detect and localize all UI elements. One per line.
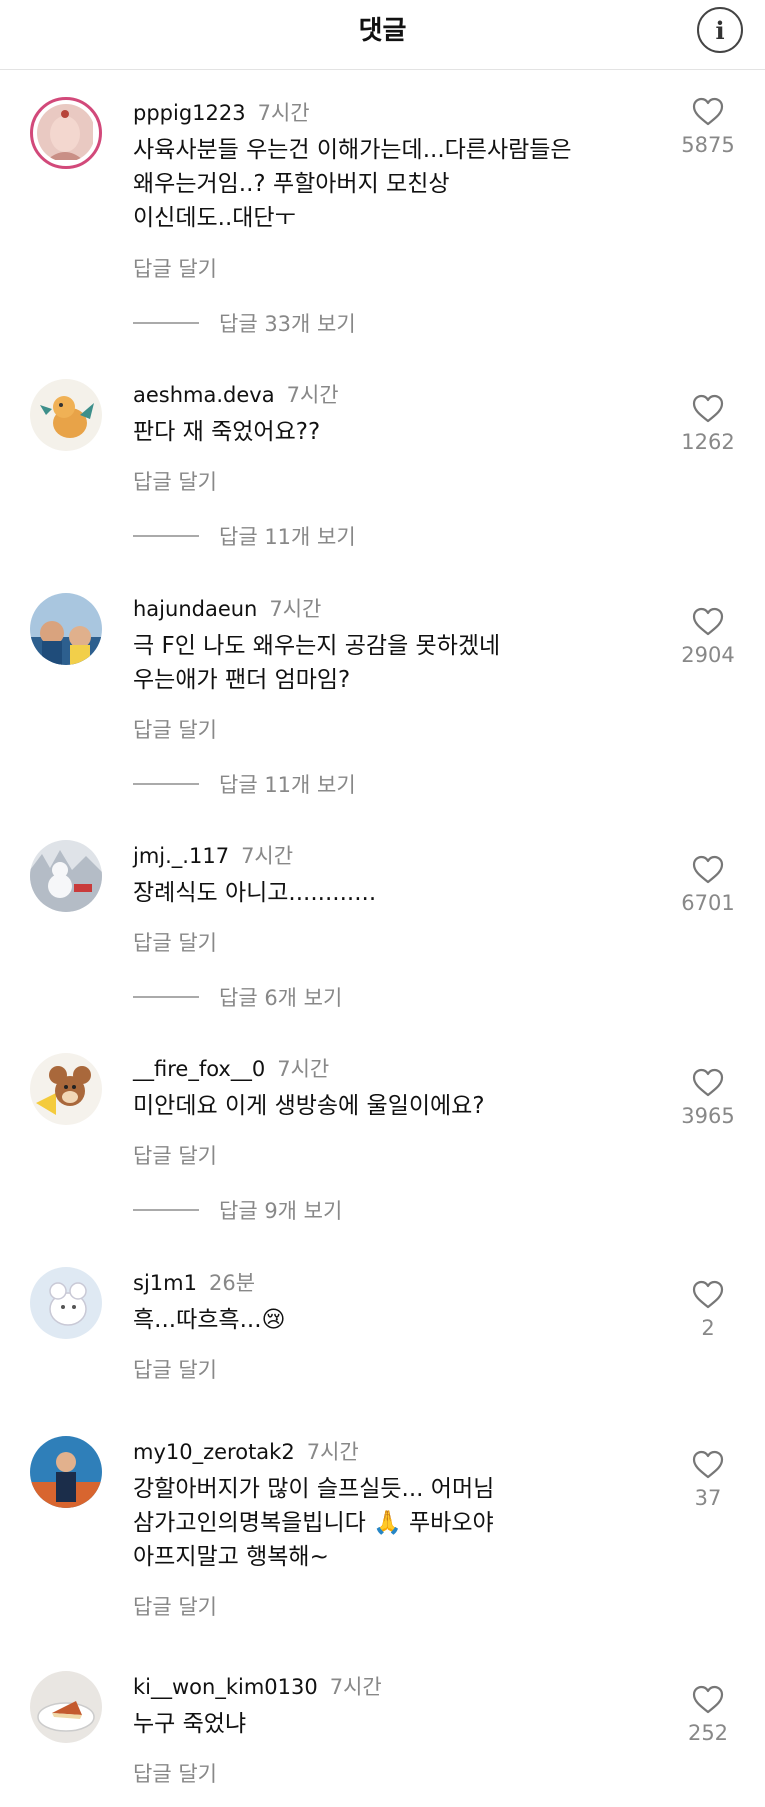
comment-meta: my10_zerotak2 7시간 (133, 1436, 359, 1466)
like-button[interactable]: 2 (664, 1280, 752, 1340)
comment-meta: __fire_fox__0 7시간 (133, 1053, 329, 1083)
username[interactable]: ki__won_kim0130 (133, 1675, 318, 1699)
info-icon[interactable]: i (697, 7, 743, 53)
like-count: 6701 (681, 891, 735, 915)
timestamp: 7시간 (329, 1675, 382, 1699)
divider (133, 783, 199, 785)
like-button[interactable]: 5875 (664, 97, 752, 157)
header: 댓글 i (0, 0, 765, 70)
heart-icon (692, 394, 724, 423)
view-replies-button[interactable]: 답글 6개 보기 (133, 982, 342, 1012)
view-replies-label: 답글 6개 보기 (219, 986, 343, 1010)
reply-button[interactable]: 답글 달기 (133, 1758, 217, 1788)
comment-text: 누구 죽었냐 (133, 1711, 247, 1737)
heart-icon (692, 607, 724, 636)
comment-text: 극 F인 나도 왜우는지 공감을 못하겠네 우는애가 팬더 엄마임? (133, 633, 501, 693)
like-count: 1262 (681, 430, 735, 454)
timestamp: 7시간 (269, 597, 322, 621)
comment-text: 미안데요 이게 생방송에 울일이에요? (133, 1093, 485, 1119)
view-replies-button[interactable]: 답글 11개 보기 (133, 521, 356, 551)
avatar[interactable] (30, 1671, 102, 1743)
username[interactable]: __fire_fox__0 (133, 1057, 265, 1081)
reply-button[interactable]: 답글 달기 (133, 1354, 217, 1384)
comment-text: 판다 재 죽었어요?? (133, 419, 321, 445)
page-title: 댓글 (358, 16, 407, 46)
view-replies-button[interactable]: 답글 11개 보기 (133, 769, 356, 799)
comment-meta: aeshma.deva 7시간 (133, 379, 339, 409)
like-button[interactable]: 1262 (664, 394, 752, 454)
timestamp: 7시간 (241, 844, 294, 868)
view-replies-button[interactable]: 답글 33개 보기 (133, 308, 356, 338)
timestamp: 7시간 (306, 1440, 359, 1464)
avatar[interactable] (30, 1267, 102, 1339)
comment-meta: ki__won_kim0130 7시간 (133, 1671, 382, 1701)
avatar[interactable] (30, 379, 102, 451)
comment-meta: jmj._.117 7시간 (133, 840, 293, 870)
timestamp: 7시간 (277, 1057, 330, 1081)
timestamp: 7시간 (257, 101, 310, 125)
divider (133, 1209, 199, 1211)
divider (133, 996, 199, 998)
comment-text: 흑...따흐흑...😢 (133, 1307, 286, 1333)
like-button[interactable]: 37 (664, 1450, 752, 1510)
like-count: 5875 (681, 133, 735, 157)
username[interactable]: pppig1223 (133, 101, 246, 125)
heart-icon (692, 1280, 724, 1309)
avatar[interactable] (30, 97, 102, 169)
reply-button[interactable]: 답글 달기 (133, 714, 217, 744)
comment-meta: sj1m1 26분 (133, 1267, 255, 1297)
username[interactable]: aeshma.deva (133, 383, 275, 407)
reply-button[interactable]: 답글 달기 (133, 253, 217, 283)
like-button[interactable]: 2904 (664, 607, 752, 667)
like-count: 2904 (681, 643, 735, 667)
divider (133, 322, 199, 324)
like-count: 252 (687, 1721, 729, 1745)
like-button[interactable]: 6701 (664, 855, 752, 915)
username[interactable]: my10_zerotak2 (133, 1440, 295, 1464)
like-count: 2 (701, 1316, 715, 1340)
heart-icon (692, 855, 724, 884)
username[interactable]: sj1m1 (133, 1271, 197, 1295)
view-replies-label: 답글 33개 보기 (219, 312, 356, 336)
like-button[interactable]: 252 (664, 1685, 752, 1745)
avatar[interactable] (30, 1053, 102, 1125)
avatar[interactable] (30, 1436, 102, 1508)
avatar[interactable] (30, 840, 102, 912)
comment-meta: hajundaeun 7시간 (133, 593, 321, 623)
reply-button[interactable]: 답글 달기 (133, 466, 217, 496)
reply-button[interactable]: 답글 달기 (133, 927, 217, 957)
reply-button[interactable]: 답글 달기 (133, 1140, 217, 1170)
comment-text: 강할아버지가 많이 슬프실듯... 어머님 삼가고인의명복을빕니다 🙏 푸바오야… (133, 1476, 495, 1570)
view-replies-button[interactable]: 답글 9개 보기 (133, 1195, 342, 1225)
view-replies-label: 답글 11개 보기 (219, 525, 356, 549)
like-count: 3965 (681, 1104, 735, 1128)
heart-icon (692, 1068, 724, 1097)
comment-text: 사육사분들 우는건 이해가는데...다른사람들은 왜우는거임..? 푸할아버지 … (133, 137, 572, 231)
comment-meta: pppig1223 7시간 (133, 97, 310, 127)
like-button[interactable]: 3965 (664, 1068, 752, 1128)
timestamp: 7시간 (286, 383, 339, 407)
avatar[interactable] (30, 593, 102, 665)
timestamp: 26분 (208, 1271, 256, 1295)
username[interactable]: hajundaeun (133, 597, 257, 621)
divider (133, 535, 199, 537)
comment-text: 장례식도 아니고............ (133, 880, 377, 906)
username[interactable]: jmj._.117 (133, 844, 229, 868)
heart-icon (692, 1685, 724, 1714)
view-replies-label: 답글 9개 보기 (219, 1199, 343, 1223)
reply-button[interactable]: 답글 달기 (133, 1591, 217, 1621)
like-count: 37 (694, 1486, 722, 1510)
view-replies-label: 답글 11개 보기 (219, 773, 356, 797)
heart-icon (692, 97, 724, 126)
heart-icon (692, 1450, 724, 1479)
